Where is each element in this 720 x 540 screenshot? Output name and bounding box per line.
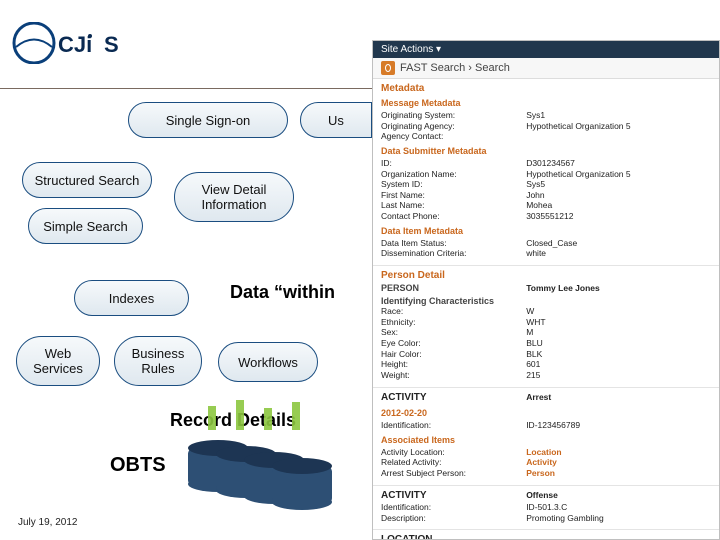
v: D301234567 [526,158,711,169]
v: Mohea [526,200,711,211]
activity-heading: ACTIVITY [381,392,427,403]
pill-web-services: Web Services [16,336,100,386]
sharepoint-site-actions[interactable]: Site Actions ▾ [373,41,719,58]
k: Sex: [381,327,526,338]
k: System ID: [381,179,526,190]
v: BLK [526,349,711,360]
svg-text:S: S [104,32,119,57]
v: Sys5 [526,179,711,190]
v: W [526,306,711,317]
k: Weight: [381,370,526,381]
slide-date: July 19, 2012 [18,517,78,528]
detail-panel: Site Actions ▾ FAST Search › Search Meta… [372,40,720,540]
pill-simple-search: Simple Search [28,208,143,244]
pill-single-sign-on: Single Sign-on [128,102,288,138]
v: Closed_Case [526,238,711,249]
k: Ethnicity: [381,317,526,328]
k: Height: [381,359,526,370]
v [526,131,711,142]
label-data-within: Data “within [230,282,335,303]
section-metadata: Metadata Message Metadata Originating Sy… [373,79,719,266]
k: Arrest Subject Person: [381,468,526,479]
activity-date: 2012-02-20 [381,408,711,418]
v: 215 [526,370,711,381]
k: Organization Name: [381,169,526,180]
cjis-logo: CJi S [12,22,142,64]
section-title: Person Detail [381,270,711,281]
v: ID-123456789 [526,420,711,431]
v: 601 [526,359,711,370]
assoc-title: Associated Items [381,435,711,445]
v: John [526,190,711,201]
pill-business-rules: Business Rules [114,336,202,386]
v: Sys1 [526,110,711,121]
label-obts: OBTS [110,454,166,477]
identifying-label: Identifying Characteristics [381,296,711,306]
k: Eye Color: [381,338,526,349]
k: Activity Location: [381,447,526,458]
svg-text:CJi: CJi [58,32,92,57]
v: Hypothetical Organization 5 [526,169,711,180]
pill-indexes: Indexes [74,280,189,316]
v: WHT [526,317,711,328]
pill-structured-search: Structured Search [22,162,152,198]
k: Description: [381,513,526,524]
k: Agency Contact: [381,131,526,142]
breadcrumb-text: FAST Search › Search [400,62,510,74]
k: Data Item Status: [381,238,526,249]
v[interactable]: Activity [526,457,711,468]
pill-view-detail: View Detail Information [174,172,294,222]
search-icon [381,61,395,75]
k: ID: [381,158,526,169]
section-location: LOCATION Location Street:123 ABC Street … [373,530,719,540]
pill-workflows: Workflows [218,342,318,382]
v: Promoting Gambling [526,513,711,524]
v: M [526,327,711,338]
subtitle-submitter-metadata: Data Submitter Metadata [381,146,711,156]
v: Hypothetical Organization 5 [526,121,711,132]
activity-name: Arrest [526,392,711,405]
k: Identification: [381,420,526,431]
section-person: Person Detail PERSON Tommy Lee Jones Iden… [373,266,719,388]
pill-users-truncated: Us [300,102,372,138]
v[interactable]: Person [526,468,711,479]
k: Hair Color: [381,349,526,360]
person-name: Tommy Lee Jones [526,283,711,294]
location-heading: LOCATION [381,534,711,540]
k: First Name: [381,190,526,201]
section-activity-offense: ACTIVITY Offense Identification:ID-501.3.… [373,486,719,531]
label-record-details: Record Details [170,410,296,431]
k: Last Name: [381,200,526,211]
database-stack [188,430,338,512]
k: Contact Phone: [381,211,526,222]
k: Identification: [381,502,526,513]
v: 3035551212 [526,211,711,222]
k: Dissemination Criteria: [381,248,526,259]
k: Originating System: [381,110,526,121]
activity-heading: ACTIVITY [381,490,427,501]
breadcrumb: FAST Search › Search [373,58,719,79]
section-activity-arrest: ACTIVITY Arrest 2012-02-20 Identification… [373,388,719,486]
subtitle-message-metadata: Message Metadata [381,98,711,108]
v[interactable]: Location [526,447,711,458]
v: BLU [526,338,711,349]
activity-name: Offense [526,490,711,503]
k: Originating Agency: [381,121,526,132]
k: Race: [381,306,526,317]
v: white [526,248,711,259]
person-heading: PERSON [381,283,419,293]
architecture-diagram: Single Sign-on Us Structured Search Simp… [0,90,372,530]
section-title: Metadata [381,83,711,94]
k: Related Activity: [381,457,526,468]
v: ID-501.3.C [526,502,711,513]
subtitle-item-metadata: Data Item Metadata [381,226,711,236]
